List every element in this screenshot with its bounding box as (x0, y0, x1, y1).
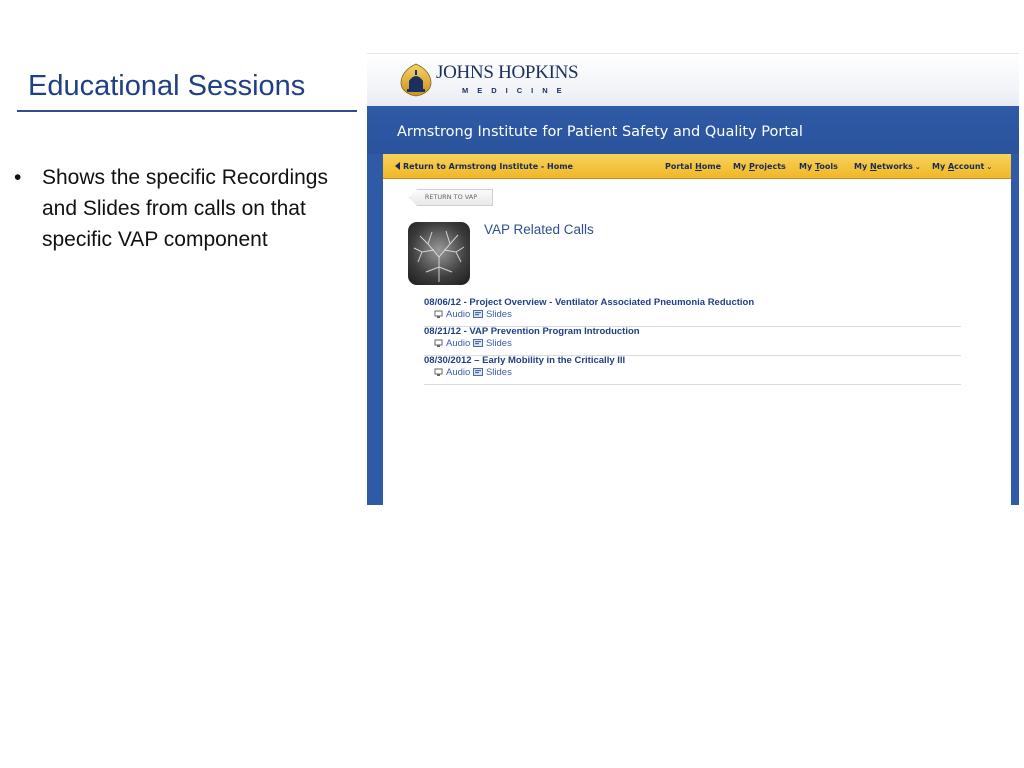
page-title: VAP Related Calls (484, 222, 594, 237)
chevron-down-icon: ⌄ (914, 163, 921, 171)
nav-label: ools (819, 162, 838, 171)
nav-label: etworks (876, 162, 913, 171)
speaker-icon (434, 310, 443, 318)
main-nav: Return to Armstrong Institute - Home Por… (383, 154, 1011, 179)
call-title: 08/06/12 - Project Overview - Ventilator… (424, 297, 755, 308)
slides-label: Slides (485, 367, 512, 378)
nav-my-projects[interactable]: My Projects (733, 162, 786, 171)
speaker-icon (434, 368, 443, 376)
slides-icon (472, 339, 483, 347)
slides-link[interactable]: Slides (472, 338, 512, 349)
audio-link[interactable]: Audio (434, 367, 470, 378)
nav-label: ccount (954, 162, 985, 171)
nav-label: rojects (754, 162, 786, 171)
nav-label: My (932, 162, 948, 171)
slides-icon (472, 368, 483, 376)
audio-link[interactable]: Audio (434, 338, 470, 349)
nav-my-account[interactable]: My Account ⌄ (932, 162, 992, 171)
list-item: 08/21/12 - VAP Prevention Program Introd… (424, 326, 961, 356)
nav-label: My (799, 162, 815, 171)
lung-image-icon (413, 230, 465, 282)
list-item: 08/30/2012 – Early Mobility in the Criti… (424, 355, 961, 385)
nav-my-tools[interactable]: My Tools (799, 162, 838, 171)
nav-label: My (733, 162, 749, 171)
nav-label: ome (701, 162, 722, 171)
slides-label: Slides (485, 309, 512, 320)
call-links: Audio Slides (434, 309, 512, 320)
return-to-vap-button[interactable]: RETURN TO VAP (409, 189, 493, 206)
chevron-down-icon: ⌄ (986, 163, 993, 171)
call-title: 08/30/2012 – Early Mobility in the Criti… (424, 355, 626, 366)
audio-label: Audio (446, 367, 471, 378)
left-arrow-icon (395, 162, 400, 170)
audio-link[interactable]: Audio (434, 309, 470, 320)
nav-accesskey: H (695, 162, 702, 171)
slides-link[interactable]: Slides (472, 367, 512, 378)
dome-shield-icon (400, 63, 432, 97)
call-title: 08/21/12 - VAP Prevention Program Introd… (424, 326, 640, 337)
audio-label: Audio (446, 309, 471, 320)
bullet-text: Shows the specific Recordings and Slides… (42, 166, 328, 251)
slides-label: Slides (485, 338, 512, 349)
vap-thumbnail (408, 222, 470, 285)
slide-title: Educational Sessions (28, 70, 306, 102)
portal-screenshot: JOHNS HOPKINS MEDICINE Armstrong Institu… (367, 53, 1019, 505)
frame-right (1011, 154, 1019, 505)
call-links: Audio Slides (434, 367, 512, 378)
nav-portal-home[interactable]: Portal Home (665, 162, 721, 171)
nav-label: My (854, 162, 870, 171)
bullet-symbol: • (14, 166, 22, 189)
call-links: Audio Slides (434, 338, 512, 349)
slides-link[interactable]: Slides (472, 309, 512, 320)
title-divider (17, 110, 357, 112)
nav-label: Portal (665, 162, 696, 171)
logo-subtitle: MEDICINE (462, 86, 571, 95)
slides-icon (472, 310, 483, 318)
speaker-icon (434, 339, 443, 347)
list-item: 08/06/12 - Project Overview - Ventilator… (424, 297, 961, 327)
portal-title: Armstrong Institute for Patient Safety a… (397, 124, 803, 140)
logo-wordmark: JOHNS HOPKINS (436, 62, 579, 83)
nav-return-home[interactable]: Return to Armstrong Institute - Home (395, 162, 573, 171)
nav-return-label: Return to Armstrong Institute - Home (403, 162, 573, 171)
frame-left (367, 154, 383, 505)
nav-accesskey: N (869, 162, 877, 171)
audio-label: Audio (446, 338, 471, 349)
nav-my-networks[interactable]: My Networks ⌄ (854, 162, 921, 171)
